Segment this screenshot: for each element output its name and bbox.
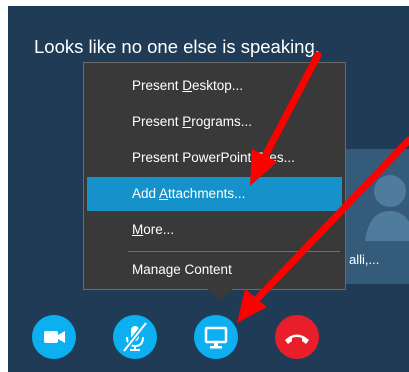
- present-menu: Present Desktop... Present Programs... P…: [83, 62, 346, 290]
- menu-pointer: [205, 287, 235, 301]
- video-camera-icon: [44, 331, 65, 343]
- video-button[interactable]: [32, 315, 76, 359]
- mute-button[interactable]: [113, 315, 157, 359]
- participant-avatar-icon: [365, 175, 409, 241]
- participant-name: alli,...: [349, 252, 380, 267]
- menu-item-manage-content[interactable]: Manage Content: [87, 253, 342, 287]
- screenshot: Looks like no one else is speaking. alli…: [0, 0, 409, 372]
- meeting-status-text: Looks like no one else is speaking.: [34, 36, 320, 57]
- microphone-muted-icon: [122, 321, 148, 353]
- menu-item-present-powerpoint-files[interactable]: Present PowerPoint Files...: [87, 141, 342, 175]
- phone-hangup-icon: [285, 334, 309, 344]
- menu-item-present-desktop[interactable]: Present Desktop...: [87, 69, 342, 103]
- present-button[interactable]: [194, 315, 238, 359]
- menu-item-present-programs[interactable]: Present Programs...: [87, 105, 342, 139]
- participant-tile[interactable]: alli,...: [345, 149, 409, 284]
- menu-item-more[interactable]: More...: [87, 213, 342, 247]
- monitor-icon: [204, 326, 228, 349]
- menu-item-add-attachments[interactable]: Add Attachments...: [87, 177, 342, 211]
- menu-separator: [128, 251, 340, 252]
- hang-up-button[interactable]: [275, 315, 319, 359]
